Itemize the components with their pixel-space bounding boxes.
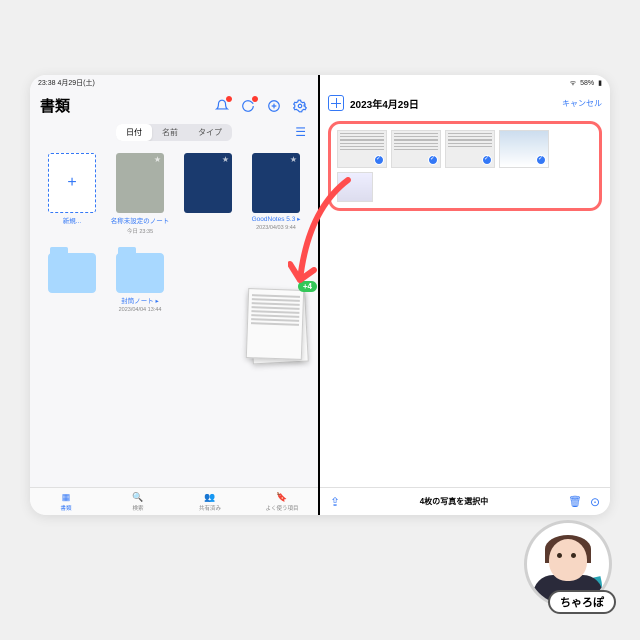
ipad-split-view: 23:38 4月29日(土) 書類 <box>30 75 610 515</box>
trash-icon[interactable]: 🗑 <box>568 495 582 508</box>
photo-thumb[interactable] <box>391 130 441 168</box>
right-header: 2023年4月29日 キャンセル <box>320 91 610 115</box>
selected-photos-callout <box>328 121 602 211</box>
cancel-button[interactable]: キャンセル <box>562 98 602 109</box>
checkmark-icon <box>374 155 384 165</box>
notebook-thumb-gray: ★ <box>116 153 164 213</box>
notebook-tile[interactable]: ★ 名称未設定のノート 今日 23:35 <box>110 153 170 235</box>
checkmark-icon <box>536 155 546 165</box>
grid-icon: ▦ <box>62 492 71 503</box>
right-footer: ⇪ 4枚の写真を選択中 🗑 ⊙ <box>320 487 610 515</box>
status-bar-right: ᯤ 58% ▮ <box>320 75 610 91</box>
star-icon: ★ <box>222 155 229 164</box>
folder-icon <box>116 253 164 293</box>
notebook-thumb-navy: ★ <box>184 153 232 213</box>
checkmark-icon <box>428 155 438 165</box>
gear-icon[interactable] <box>292 98 308 114</box>
tab-documents[interactable]: ▦書類 <box>30 488 102 515</box>
add-icon[interactable] <box>266 98 282 114</box>
battery-percent: 58% <box>580 80 594 87</box>
sort-segmented-control-row: 日付 名前 タイプ ☰ <box>30 120 318 145</box>
folder-tile[interactable] <box>42 243 102 313</box>
tab-shared[interactable]: 👥共有済み <box>174 488 246 515</box>
album-title: 2023年4月29日 <box>350 96 556 111</box>
plus-icon: + <box>48 153 96 213</box>
author-name: ちゃろぽ <box>548 590 616 614</box>
dragged-sheet <box>246 288 304 360</box>
battery-icon: ▮ <box>598 79 602 87</box>
folder-icon <box>48 253 96 293</box>
segment-date[interactable]: 日付 <box>116 124 152 141</box>
photo-thumb[interactable] <box>499 130 549 168</box>
page-title: 書類 <box>40 95 70 116</box>
sync-icon[interactable] <box>240 98 256 114</box>
share-icon[interactable]: ⇪ <box>330 495 340 509</box>
notebook-tile[interactable]: ★ <box>178 153 238 235</box>
photo-row <box>337 172 593 202</box>
left-header: 書類 <box>30 91 318 120</box>
search-icon: 🔍 <box>132 492 143 503</box>
tab-search[interactable]: 🔍検索 <box>102 488 174 515</box>
status-time: 23:38 4月29日(土) <box>38 78 95 88</box>
star-icon: ★ <box>290 155 297 164</box>
photos-app-pane: ᯤ 58% ▮ 2023年4月29日 キャンセル ⇪ 4枚の写真を選択中 <box>320 75 610 515</box>
photo-thumb[interactable] <box>337 130 387 168</box>
list-view-icon[interactable]: ☰ <box>295 125 306 139</box>
new-document-tile[interactable]: + 新規... <box>42 153 102 235</box>
tab-favorites[interactable]: 🔖よく使う項目 <box>246 488 318 515</box>
photo-thumb[interactable] <box>445 130 495 168</box>
grid-view-icon[interactable] <box>328 95 344 111</box>
bookmark-icon: 🔖 <box>276 492 287 503</box>
selection-count: 4枚の写真を選択中 <box>340 496 568 507</box>
dragged-photos-stack[interactable]: +4 <box>245 285 313 367</box>
more-icon[interactable]: ⊙ <box>590 495 600 509</box>
notebook-tile[interactable]: ★ GoodNotes 5.3 ▸ 2023/04/03 9:44 <box>246 153 306 235</box>
notebook-thumb-navy: ★ <box>252 153 300 213</box>
notification-icon[interactable] <box>214 98 230 114</box>
bottom-tab-bar: ▦書類 🔍検索 👥共有済み 🔖よく使う項目 <box>30 487 318 515</box>
photo-row <box>337 130 593 168</box>
people-icon: 👥 <box>204 492 215 503</box>
segment-type[interactable]: タイプ <box>188 124 232 141</box>
star-icon: ★ <box>154 155 161 164</box>
drag-count-badge: +4 <box>298 281 317 292</box>
header-actions <box>214 98 308 114</box>
wifi-icon: ᯤ <box>570 79 576 88</box>
sort-segmented-control[interactable]: 日付 名前 タイプ <box>116 124 232 141</box>
segment-name[interactable]: 名前 <box>152 124 188 141</box>
folder-tile[interactable]: 封筒ノート ▸ 2023/04/04 13:44 <box>110 243 170 313</box>
status-bar-left: 23:38 4月29日(土) <box>30 75 318 91</box>
photo-thumb[interactable] <box>337 172 373 202</box>
checkmark-icon <box>482 155 492 165</box>
